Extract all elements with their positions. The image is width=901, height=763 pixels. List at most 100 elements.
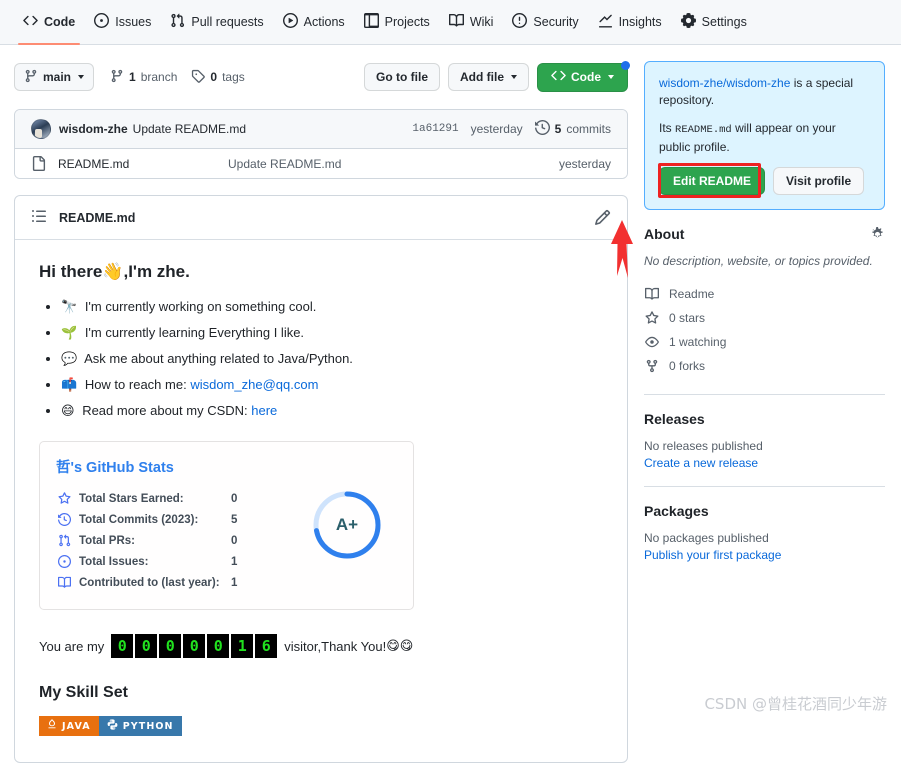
about-row-watching[interactable]: 1 watching [644, 330, 885, 354]
nav-item-code[interactable]: Code [14, 0, 84, 45]
commit-meta: 1a61291 yesterday 5 commits [412, 119, 611, 138]
about-row-label: Readme [669, 287, 715, 301]
stat-row-contributed: Contributed to (last year): 1 [56, 572, 297, 593]
commit-author[interactable]: wisdom-zhe [59, 122, 128, 136]
page-body: main 1 branch 0 tags Go to file Add file… [0, 45, 901, 763]
table-icon [363, 13, 379, 31]
branch-count[interactable]: 1 branch [110, 69, 177, 86]
commit-message[interactable]: Update README.md [133, 122, 246, 136]
csdn-link[interactable]: here [251, 403, 277, 418]
about-row-forks[interactable]: 0 forks [644, 354, 885, 378]
avatar[interactable] [31, 119, 51, 139]
mailbox-icon: 📫 [61, 378, 78, 393]
special-repo-actions: Edit README Visit profile [659, 167, 870, 195]
branch-count-label: branch [140, 70, 178, 84]
releases-section: Releases No releases published Create a … [644, 395, 885, 470]
nav-item-label: Pull requests [191, 15, 264, 29]
git-branch-icon [24, 69, 38, 86]
tag-count-label: tags [222, 70, 245, 84]
nav-item-label: Issues [115, 15, 152, 29]
badge-java[interactable]: JAVA [39, 716, 99, 736]
chevron-down-icon [511, 75, 517, 79]
packages-empty-text: No packages published [644, 531, 769, 545]
readme-heading-after: ,I'm zhe. [123, 262, 190, 281]
readme-bullet-list: 🔭 I'm currently working on something coo… [39, 296, 603, 423]
badge-label: PYTHON [122, 720, 174, 732]
commit-count-value: 5 [554, 122, 562, 136]
code-button[interactable]: Code [537, 60, 630, 92]
sidebar: wisdom-zhe/wisdom-zhe is a special repos… [644, 61, 885, 562]
special-repo-line2: Its README.md will appear on your public… [659, 120, 870, 156]
stat-row-stars: Total Stars Earned: 0 [56, 488, 297, 509]
python-icon [107, 719, 118, 733]
git-pull-request-icon [56, 534, 72, 547]
nav-item-settings[interactable]: Settings [672, 0, 756, 44]
gear-icon[interactable] [870, 226, 885, 242]
email-link[interactable]: wisdom_zhe@qq.com [190, 377, 318, 392]
nav-item-pull-requests[interactable]: Pull requests [161, 0, 272, 44]
edit-readme-button[interactable]: Edit README [659, 167, 765, 195]
nav-item-insights[interactable]: Insights [589, 0, 671, 44]
readme-title: README.md [59, 210, 136, 225]
file-list-box: wisdom-zhe Update README.md 1a61291 yest… [14, 109, 628, 179]
toolbar-actions: Go to file Add file Code [364, 60, 630, 92]
create-release-link[interactable]: Create a new release [644, 456, 758, 470]
main-column: main 1 branch 0 tags Go to file Add file… [14, 60, 630, 763]
about-row-label: 1 watching [669, 335, 727, 349]
skill-badges: JAVA PYTHON [39, 716, 603, 736]
github-stats-card: 哲's GitHub Stats Total Stars Earned: 0 T… [39, 441, 414, 610]
rank-ring: A+ [311, 489, 383, 561]
visitor-counter-line: You are my 0 0 0 0 0 1 6 visitor,Thank Y… [39, 634, 603, 658]
telescope-icon: 🔭 [61, 300, 78, 315]
about-description: No description, website, or topics provi… [644, 254, 873, 268]
stat-value: 1 [231, 555, 238, 568]
about-row-label: 0 forks [669, 359, 706, 373]
branch-selector[interactable]: main [14, 63, 95, 91]
commit-count-label: commits [566, 122, 611, 136]
stat-value: 1 [231, 576, 238, 589]
nav-item-label: Settings [701, 15, 747, 29]
list-item: 😄 Read more about my CSDN: here [61, 400, 603, 423]
add-file-button[interactable]: Add file [448, 63, 529, 91]
latest-commit-row: wisdom-zhe Update README.md 1a61291 yest… [15, 110, 627, 149]
nav-item-issues[interactable]: Issues [85, 0, 160, 44]
issue-opened-icon [94, 13, 110, 31]
special-repo-name-link[interactable]: wisdom-zhe/wisdom-zhe [659, 76, 790, 90]
pencil-icon[interactable] [594, 209, 611, 226]
stat-label: Total Issues: [79, 555, 149, 568]
visitor-prefix: You are my [39, 638, 105, 654]
speech-balloon-icon: 💬 [61, 352, 78, 367]
list-unordered-icon[interactable] [31, 208, 47, 227]
nav-item-label: Actions [303, 15, 345, 29]
about-row-readme[interactable]: Readme [644, 282, 885, 306]
about-row-stars[interactable]: 0 stars [644, 306, 885, 330]
readme-box: README.md Hi there 👋 ,I'm zhe. 🔭 I'm cur… [14, 195, 628, 763]
about-section: About No description, website, or topics… [644, 210, 885, 378]
nav-item-label: Insights [618, 15, 662, 29]
go-to-file-button[interactable]: Go to file [364, 63, 440, 91]
nav-item-wiki[interactable]: Wiki [440, 0, 503, 44]
publish-package-link[interactable]: Publish your first package [644, 548, 781, 562]
nav-item-label: Security [533, 15, 579, 29]
packages-header: Packages [644, 503, 885, 519]
shield-icon [512, 13, 528, 31]
visit-profile-button[interactable]: Visit profile [773, 167, 865, 195]
nav-item-security[interactable]: Security [503, 0, 587, 44]
about-row-label: 0 stars [669, 311, 706, 325]
file-commit-message[interactable]: Update README.md [228, 157, 559, 171]
nav-item-actions[interactable]: Actions [274, 0, 354, 44]
releases-header: Releases [644, 411, 885, 427]
badge-python[interactable]: PYTHON [98, 716, 182, 736]
file-name-link[interactable]: README.md [58, 157, 228, 171]
eye-icon [644, 335, 660, 349]
notification-dot [621, 60, 630, 70]
commit-sha[interactable]: 1a61291 [412, 123, 458, 135]
nav-item-projects[interactable]: Projects [355, 0, 439, 44]
commit-count-link[interactable]: 5 commits [534, 119, 611, 138]
repo-icon [56, 576, 72, 589]
tag-count[interactable]: 0 tags [191, 69, 245, 86]
book-icon [448, 13, 464, 31]
list-item-label: Ask me about anything related to Java/Py… [84, 351, 353, 366]
packages-title: Packages [644, 503, 709, 519]
counter-digit: 6 [255, 634, 278, 658]
